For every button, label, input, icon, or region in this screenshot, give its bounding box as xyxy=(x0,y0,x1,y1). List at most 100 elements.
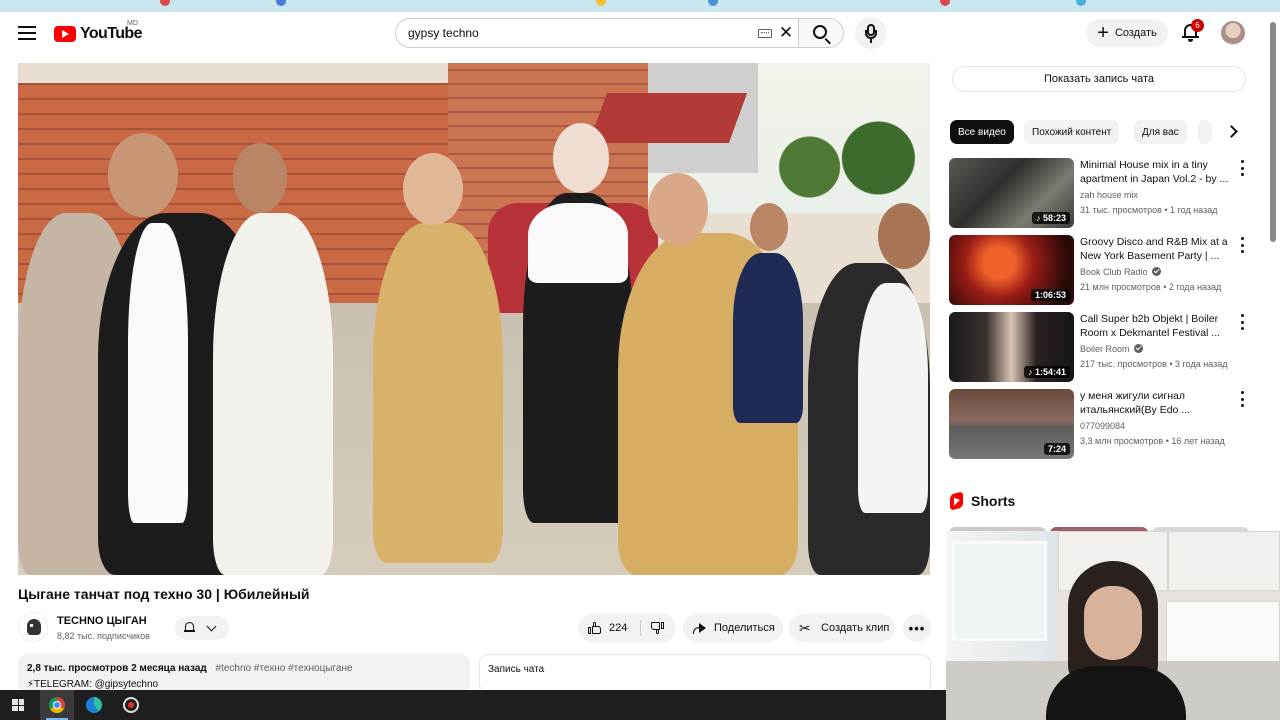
duration-badge: ♪ 1:54:41 xyxy=(1023,366,1070,378)
search-box: ✕ xyxy=(395,18,798,48)
chrome-taskbar-button[interactable] xyxy=(40,690,74,720)
masthead: YouTube MD ✕ + Создать 6 xyxy=(0,12,1280,56)
chip-all-videos[interactable]: Все видео xyxy=(950,120,1014,144)
logo-text: YouTube xyxy=(80,25,142,42)
video-thumbnail[interactable]: 1:06:53 xyxy=(949,235,1074,305)
recommendation-title[interactable]: у меня жигули сигнал итальянский(By Edo … xyxy=(1080,389,1232,417)
duration-badge: ♪ 58:23 xyxy=(1031,212,1070,224)
description-text: ⚡TELEGRAM: @gipsytechno xyxy=(27,679,159,690)
recommendation-channel[interactable]: 077099084 xyxy=(1080,421,1125,431)
chip-for-you[interactable]: Для вас xyxy=(1134,120,1187,144)
subscription-bell-button[interactable] xyxy=(175,616,229,640)
more-vert-icon[interactable] xyxy=(1237,160,1247,176)
clear-search-icon[interactable]: ✕ xyxy=(777,24,795,42)
shorts-title: Shorts xyxy=(971,493,1016,509)
tab-favicon[interactable] xyxy=(940,0,950,6)
recommendation-title[interactable]: Groovy Disco and R&B Mix at a New York B… xyxy=(1080,235,1232,263)
thumbs-down-icon xyxy=(651,622,664,634)
youtube-play-icon xyxy=(54,26,76,42)
more-vert-icon[interactable] xyxy=(1237,391,1247,407)
dislike-button[interactable] xyxy=(642,614,676,642)
recommendation-meta: 3,3 млн просмотров • 16 лет назад xyxy=(1080,436,1225,446)
more-vert-icon[interactable] xyxy=(1237,237,1247,253)
shorts-icon xyxy=(950,491,963,511)
recommendation-channel[interactable]: Book Club Radio xyxy=(1080,267,1161,277)
like-count: 224 xyxy=(609,622,628,634)
share-button[interactable]: Поделиться xyxy=(683,614,783,642)
recommendation-meta: 21 млн просмотров • 2 года назад xyxy=(1080,282,1222,292)
video-thumbnail[interactable]: ♪ 1:54:41 xyxy=(949,312,1074,382)
tab-favicon[interactable] xyxy=(276,0,286,6)
tab-favicon[interactable] xyxy=(1076,0,1086,6)
recommendation-meta: 217 тыс. просмотров • 3 года назад xyxy=(1080,359,1228,369)
show-chat-replay-button[interactable]: Показать запись чата xyxy=(952,66,1246,92)
recommendation-channel[interactable]: zah house mix xyxy=(1080,190,1138,200)
bell-icon xyxy=(184,621,195,634)
share-label: Поделиться xyxy=(714,622,775,634)
shorts-section-header: Shorts xyxy=(950,491,1016,511)
edge-taskbar-button[interactable] xyxy=(77,690,111,720)
verified-icon xyxy=(1151,267,1161,276)
search-icon xyxy=(813,25,827,39)
recommendation-title[interactable]: Minimal House mix in a tiny apartment in… xyxy=(1080,158,1232,186)
thumbs-up-icon xyxy=(588,622,601,634)
recommendation-channel[interactable]: Boiler Room xyxy=(1080,344,1143,354)
create-label: Создать xyxy=(1114,27,1157,39)
chat-replay-title: Запись чата xyxy=(488,664,545,675)
create-button[interactable]: + Создать xyxy=(1086,19,1168,47)
recommendation-meta: 31 тыс. просмотров • 1 год назад xyxy=(1080,205,1218,215)
like-button[interactable]: 224 xyxy=(578,614,638,642)
notifications-badge: 6 xyxy=(1191,19,1204,32)
like-dislike-group: 224 xyxy=(578,614,676,642)
recommendation-item[interactable]: 1:06:53 Groovy Disco and R&B Mix at a Ne… xyxy=(949,235,1249,305)
channel-name[interactable]: TECHNO ЦЫГАН xyxy=(57,615,147,627)
tab-favicon[interactable] xyxy=(160,0,170,6)
hashtags[interactable]: #techno #техно #техноцыгане xyxy=(216,663,353,674)
chat-replay-panel: Запись чата xyxy=(479,654,931,694)
youtube-logo[interactable]: YouTube MD xyxy=(54,20,144,44)
video-thumbnail[interactable]: ♪ 58:23 xyxy=(949,158,1074,228)
recommendation-item[interactable]: ♪ 1:54:41 Call Super b2b Objekt | Boiler… xyxy=(949,312,1249,382)
logo-region: MD xyxy=(127,20,138,27)
channel-avatar[interactable] xyxy=(18,612,48,642)
page-scrollbar[interactable] xyxy=(1270,22,1276,242)
recorder-taskbar-button[interactable] xyxy=(114,690,148,720)
views-and-date: 2,8 тыс. просмотров 2 месяца назад xyxy=(27,663,207,674)
share-icon xyxy=(693,622,706,634)
browser-tab-strip xyxy=(0,0,1280,12)
chevron-down-icon xyxy=(206,621,217,632)
voice-search-button[interactable] xyxy=(855,17,887,49)
video-player[interactable] xyxy=(18,63,930,575)
verified-icon xyxy=(1133,344,1143,353)
duration-badge: 7:24 xyxy=(1043,443,1070,455)
more-icon: ••• xyxy=(908,620,926,636)
recommendation-item[interactable]: ♪ 58:23 Minimal House mix in a tiny apar… xyxy=(949,158,1249,228)
menu-icon[interactable] xyxy=(18,26,36,40)
chip-related[interactable]: Похожий контент xyxy=(1024,120,1120,144)
search-button[interactable] xyxy=(798,18,844,48)
os-taskbar xyxy=(0,690,946,720)
recommendation-title[interactable]: Call Super b2b Objekt | Boiler Room x De… xyxy=(1080,312,1232,340)
tab-favicon[interactable] xyxy=(596,0,606,6)
keyboard-icon[interactable] xyxy=(758,29,772,38)
channel-label: Boiler Room xyxy=(1080,344,1130,354)
plus-icon: + xyxy=(1097,22,1109,44)
edge-icon xyxy=(86,697,102,713)
account-avatar[interactable] xyxy=(1221,21,1245,45)
recommendation-item[interactable]: 7:24 у меня жигули сигнал итальянский(By… xyxy=(949,389,1249,459)
clip-button[interactable]: ✂ Создать клип xyxy=(789,614,895,642)
more-vert-icon[interactable] xyxy=(1237,314,1247,330)
notifications-button[interactable]: 6 xyxy=(1181,19,1204,44)
windows-start-icon[interactable] xyxy=(12,699,24,711)
channel-label: Book Club Radio xyxy=(1080,267,1148,277)
chevron-right-icon[interactable] xyxy=(1222,120,1244,144)
duration-badge: 1:06:53 xyxy=(1030,289,1070,301)
video-thumbnail[interactable]: 7:24 xyxy=(949,389,1074,459)
clip-label: Создать клип xyxy=(821,622,890,634)
scissors-icon: ✂ xyxy=(799,620,811,636)
search-input[interactable] xyxy=(408,19,738,47)
description-box[interactable]: 2,8 тыс. просмотров 2 месяца назад #tech… xyxy=(18,654,470,694)
tab-favicon[interactable] xyxy=(708,0,718,6)
more-actions-button[interactable]: ••• xyxy=(903,614,931,642)
chip-overflow[interactable] xyxy=(1198,120,1212,144)
